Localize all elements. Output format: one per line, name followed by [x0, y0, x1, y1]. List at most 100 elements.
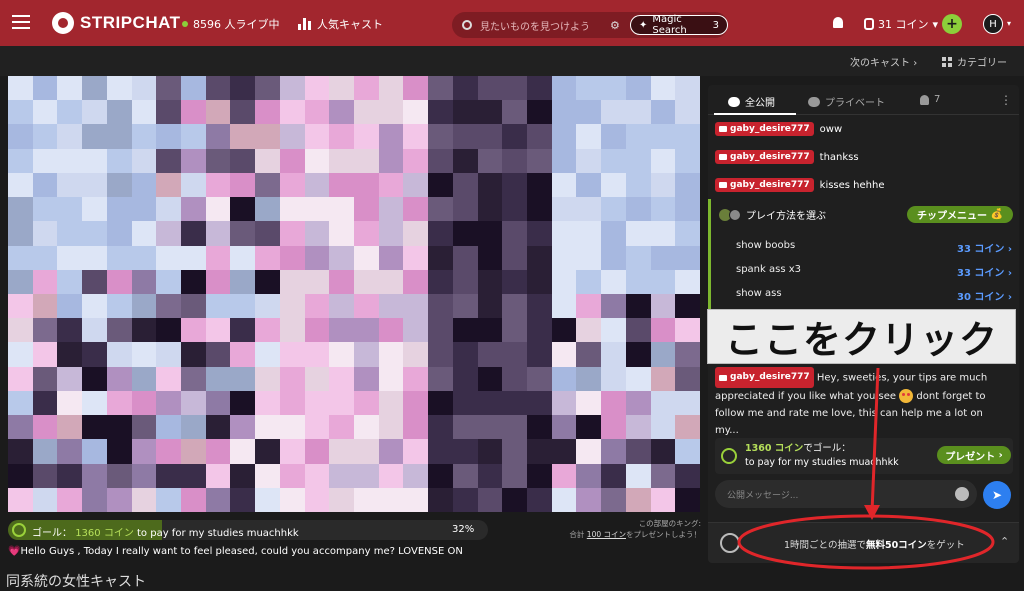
lottery-banner[interactable]: 1時間ごとの抽選で無料50コインをゲット ⌃ — [708, 522, 1019, 563]
coin-balance-label: 31 コイン — [878, 18, 929, 31]
topic-text: Hello Guys , Today I really want to feel… — [20, 546, 463, 557]
username-badge[interactable]: gaby_desire777 — [715, 367, 814, 388]
mosaic-pixel — [403, 172, 429, 198]
mosaic-pixel — [477, 366, 503, 391]
tip-item-price: 33 コイン › — [956, 244, 1012, 255]
tip-menu-item[interactable]: show boobs 33 コイン › — [736, 240, 1012, 255]
username-badge[interactable]: gaby_desire777 — [715, 122, 814, 136]
mosaic-pixel — [403, 415, 429, 440]
mosaic-pixel — [304, 293, 330, 319]
avatar[interactable]: H — [983, 14, 1003, 34]
king-amount-link[interactable]: 100 コイン — [587, 530, 626, 539]
mosaic-pixel — [403, 76, 429, 101]
bell-icon[interactable] — [833, 17, 843, 28]
mosaic-pixel — [601, 197, 626, 222]
mosaic-pixel — [428, 293, 453, 319]
mosaic-pixel — [131, 342, 157, 367]
public-message-input[interactable]: 公開メッセージ... — [715, 480, 977, 508]
coins-icon — [864, 18, 874, 30]
tab-public[interactable]: 全公開 — [728, 94, 775, 109]
mosaic-pixel — [650, 318, 676, 343]
mosaic-pixel — [576, 197, 602, 222]
mosaic-pixel — [205, 487, 231, 512]
mosaic-pixel — [428, 342, 453, 367]
mosaic-pixel — [353, 221, 379, 246]
mosaic-pixel — [230, 245, 256, 270]
mosaic-pixel — [156, 415, 181, 440]
search-input[interactable]: 見たいものを見つけよう — [480, 18, 590, 33]
more-options-icon[interactable]: ⋮ — [1000, 93, 1012, 107]
coin-balance[interactable]: 31 コイン ▾ — [864, 16, 938, 32]
mosaic-pixel — [452, 293, 478, 319]
popular-casts-link[interactable]: 人気キャスト — [298, 16, 383, 32]
mosaic-pixel — [428, 463, 453, 488]
tip-menu-item[interactable]: show ass 30 コイン › — [736, 288, 1012, 303]
site-logo[interactable]: STRIPCHAT — [52, 12, 181, 34]
tip-menu-item[interactable]: spank ass x3 33 コイン › — [736, 264, 1012, 279]
mosaic-pixel — [403, 463, 429, 488]
tip-menu-button[interactable]: チップメニュー 💰 — [907, 206, 1013, 223]
mosaic-pixel — [131, 366, 157, 391]
mosaic-pixel — [131, 76, 157, 101]
mosaic-pixel — [551, 463, 577, 488]
mosaic-pixel — [8, 76, 33, 101]
present-button[interactable]: プレゼント › — [937, 446, 1011, 464]
mosaic-pixel — [502, 390, 527, 416]
mosaic-pixel — [156, 100, 181, 125]
avatar-chevron-icon[interactable]: ▾ — [1007, 19, 1011, 28]
mosaic-pixel — [502, 487, 527, 512]
chat-tabs: 全公開 プライベート 7 ⋮ — [708, 85, 1019, 115]
next-cast-button[interactable]: 次のキャスト › — [850, 54, 917, 69]
filter-icon[interactable]: ⚙ — [610, 19, 620, 32]
mosaic-pixel — [403, 318, 429, 343]
mosaic-pixel — [230, 342, 256, 367]
tab-users[interactable]: 7 — [920, 94, 940, 105]
mosaic-pixel — [428, 269, 453, 294]
mosaic-pixel — [131, 124, 157, 149]
mosaic-pixel — [576, 245, 602, 270]
category-button[interactable]: カテゴリー — [942, 54, 1007, 69]
mosaic-pixel — [601, 415, 626, 440]
mosaic-pixel — [329, 221, 354, 246]
mosaic-pixel — [601, 342, 626, 367]
mosaic-pixel — [650, 487, 676, 512]
mosaic-pixel — [428, 318, 453, 343]
chevron-up-icon[interactable]: ⌃ — [1000, 535, 1009, 548]
send-button[interactable]: ➤ — [983, 481, 1011, 509]
chevron-down-icon: ▾ — [932, 17, 939, 31]
goal-card-description: to pay for my studies muachhkk — [745, 457, 899, 468]
mosaic-pixel — [675, 245, 700, 270]
mosaic-pixel — [205, 197, 231, 222]
mosaic-pixel — [477, 76, 503, 101]
search-bar[interactable]: 見たいものを見つけよう ⚙ ✦ Magic Search 3 — [452, 12, 728, 38]
username-badge[interactable]: gaby_desire777 — [715, 150, 814, 164]
mosaic-pixel — [255, 76, 280, 101]
mosaic-pixel — [625, 269, 651, 294]
menu-icon[interactable] — [12, 15, 30, 29]
mosaic-pixel — [57, 390, 83, 416]
mosaic-pixel — [403, 100, 429, 125]
mosaic-pixel — [304, 172, 330, 198]
live-dot-icon — [182, 21, 188, 27]
mosaic-pixel — [378, 124, 404, 149]
mosaic-pixel — [625, 439, 651, 464]
mosaic-pixel — [378, 221, 404, 246]
tab-private[interactable]: プライベート — [808, 94, 885, 109]
live-count[interactable]: 8596 人ライブ中 — [182, 16, 280, 32]
magic-search-button[interactable]: ✦ Magic Search 3 — [630, 14, 728, 36]
mosaic-pixel — [526, 390, 552, 416]
emoji-icon[interactable] — [955, 487, 969, 501]
video-player[interactable] — [8, 76, 700, 512]
username-badge[interactable]: gaby_desire777 — [715, 178, 814, 192]
mosaic-pixel — [650, 439, 676, 464]
mosaic-pixel — [205, 366, 231, 391]
mosaic-pixel — [8, 415, 33, 440]
mosaic-pixel — [551, 366, 577, 391]
mosaic-pixel — [255, 366, 280, 391]
mosaic-pixel — [428, 221, 453, 246]
message-placeholder: 公開メッセージ... — [727, 491, 799, 501]
buy-coins-button[interactable]: + — [942, 14, 962, 34]
mosaic-pixel — [106, 269, 132, 294]
mosaic-pixel — [502, 318, 527, 343]
mosaic-pixel — [131, 390, 157, 416]
